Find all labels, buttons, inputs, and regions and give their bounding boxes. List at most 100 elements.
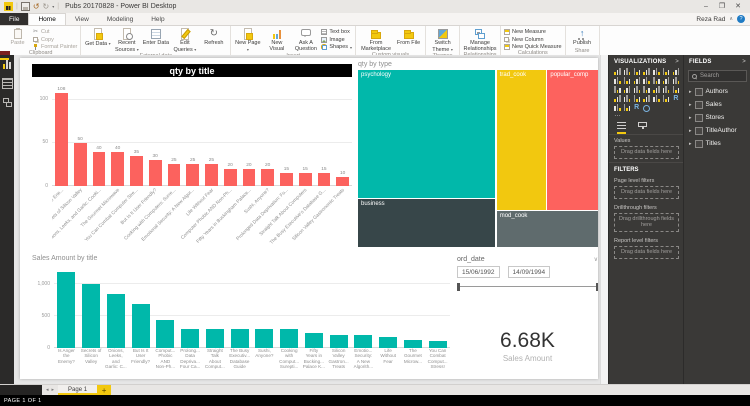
- matrix-icon[interactable]: [662, 95, 670, 103]
- report-level-filters-drop-area[interactable]: Drag data fields here: [614, 245, 679, 259]
- stacked-area-chart-icon[interactable]: [623, 77, 631, 85]
- field-table-stores[interactable]: ▸ Stores: [684, 111, 750, 124]
- new-visual-button[interactable]: New Visual: [263, 27, 290, 52]
- expand-caret-icon[interactable]: ▸: [689, 115, 692, 121]
- paste-button[interactable]: Paste: [4, 27, 31, 47]
- expand-caret-icon[interactable]: ▸: [689, 102, 692, 108]
- edit-queries-button[interactable]: Edit Queries ▾: [171, 27, 198, 53]
- bar[interactable]: [111, 151, 124, 186]
- more-visuals-ellipsis[interactable]: …: [609, 111, 684, 118]
- undo-icon[interactable]: ↺: [33, 2, 40, 11]
- copy-button[interactable]: Copy: [33, 36, 77, 43]
- sales-amount-by-title-bar-chart[interactable]: Sales Amount by title 0 500 1,000 Is Anger …: [32, 254, 450, 378]
- python-placeholder-icon[interactable]: [613, 104, 621, 112]
- tab-view[interactable]: View: [66, 13, 98, 25]
- sales-amount-card[interactable]: 6.68K Sales Amount: [457, 320, 598, 372]
- bar[interactable]: [329, 334, 348, 348]
- bar[interactable]: [55, 92, 68, 186]
- 100-stacked-column-chart-icon[interactable]: [662, 68, 670, 76]
- expand-caret-icon[interactable]: ▸: [689, 141, 692, 147]
- bar[interactable]: [82, 284, 101, 348]
- field-table-sales[interactable]: ▸ Sales: [684, 98, 750, 111]
- treemap-tile-business[interactable]: business: [358, 199, 496, 247]
- table-checkbox[interactable]: [694, 87, 703, 96]
- bar[interactable]: [304, 332, 323, 348]
- scatter-chart-icon[interactable]: [662, 77, 670, 85]
- bar[interactable]: [106, 294, 125, 348]
- ord-date-slicer[interactable]: ord_date ∨ 15/06/1992 14/09/1994: [457, 256, 598, 306]
- shape-map-icon[interactable]: [652, 86, 660, 94]
- pie-chart-icon[interactable]: [672, 77, 680, 85]
- bar[interactable]: [336, 177, 349, 186]
- add-page-button[interactable]: +: [97, 385, 112, 395]
- manage-relationships-button[interactable]: Manage Relationships: [463, 27, 497, 52]
- tab-modeling[interactable]: Modeling: [98, 13, 142, 25]
- field-table-titleauthor[interactable]: ▸ TitleAuthor: [684, 124, 750, 137]
- treemap-tile-trad_cook[interactable]: trad_cook: [496, 70, 547, 211]
- tab-help[interactable]: Help: [142, 13, 173, 25]
- doc-visual-icon[interactable]: [623, 104, 631, 112]
- drillthrough-filters-drop-area[interactable]: Drag drillthrough fields here: [614, 212, 679, 232]
- qty-by-title-bar-chart[interactable]: qty by title 0 50 100 108 50 40 40 35 30 25 25 25 20…: [32, 64, 352, 248]
- bar[interactable]: [242, 168, 256, 186]
- bar[interactable]: [230, 328, 249, 348]
- close-button[interactable]: ✕: [730, 0, 746, 13]
- treemap-tile-popular_comp[interactable]: popular_comp: [547, 70, 598, 211]
- table-checkbox[interactable]: [694, 113, 703, 122]
- help-icon[interactable]: ?: [737, 15, 745, 23]
- redo-icon[interactable]: ↻: [43, 2, 50, 11]
- text-box-button[interactable]: Text box: [321, 29, 352, 35]
- bar[interactable]: [73, 142, 87, 186]
- bar[interactable]: [379, 337, 398, 348]
- chevron-down-icon[interactable]: ∨: [594, 256, 598, 263]
- enter-data-button[interactable]: Enter Data: [142, 27, 169, 47]
- r-script-visual-icon[interactable]: R: [672, 95, 680, 103]
- minimize-button[interactable]: –: [698, 0, 714, 13]
- treemap-tile-psychology[interactable]: psychology: [358, 70, 496, 199]
- slider-handle-left[interactable]: [457, 283, 460, 291]
- bar[interactable]: [130, 155, 143, 186]
- r-visual-icon[interactable]: R: [633, 104, 641, 112]
- gauge-icon[interactable]: [672, 86, 680, 94]
- bar[interactable]: [148, 160, 162, 186]
- donut-chart-icon[interactable]: [613, 86, 621, 94]
- fields-search-input[interactable]: Search: [688, 70, 747, 82]
- expand-caret-icon[interactable]: ▸: [689, 89, 692, 95]
- bar[interactable]: [181, 328, 200, 348]
- account-name[interactable]: Reza Rad: [696, 16, 725, 23]
- slider-handle-right[interactable]: [595, 283, 598, 291]
- report-page[interactable]: qty by title 0 50 100 108 50 40 40 35 30 25 25 25 20…: [20, 58, 598, 379]
- map-icon[interactable]: [633, 86, 641, 94]
- new-measure-button[interactable]: New Measure: [504, 29, 562, 35]
- line-chart-icon[interactable]: [672, 68, 680, 76]
- next-page-icon[interactable]: ▸: [52, 387, 55, 393]
- page-level-filters-drop-area[interactable]: Drag data fields here: [614, 185, 679, 199]
- new-page-button[interactable]: New Page ▾: [234, 27, 261, 53]
- clustered-bar-chart-icon[interactable]: [633, 68, 641, 76]
- canvas-scrollbar[interactable]: [600, 55, 608, 385]
- line-and-clustered-column-chart-icon[interactable]: [642, 77, 650, 85]
- bar[interactable]: [186, 164, 199, 186]
- field-table-authors[interactable]: ▸ Authors: [684, 85, 750, 98]
- bar[interactable]: [354, 335, 373, 348]
- previous-page-icon[interactable]: ◂: [46, 387, 49, 393]
- from-marketplace-button[interactable]: From Marketplace: [359, 27, 393, 52]
- table-checkbox[interactable]: [694, 139, 703, 148]
- stacked-column-chart-icon[interactable]: [623, 68, 631, 76]
- waterfall-chart-icon[interactable]: [652, 77, 660, 85]
- 100-stacked-bar-chart-icon[interactable]: [652, 68, 660, 76]
- get-data-button[interactable]: Get Data ▾: [84, 27, 111, 48]
- treemap-icon[interactable]: [623, 86, 631, 94]
- publish-button[interactable]: Publish: [569, 27, 596, 47]
- filled-map-icon[interactable]: [642, 86, 650, 94]
- save-icon[interactable]: [20, 2, 30, 11]
- expand-caret-icon[interactable]: ▸: [689, 128, 692, 134]
- refresh-button[interactable]: Refresh: [200, 27, 227, 47]
- new-column-button[interactable]: New Column: [504, 36, 562, 43]
- bar[interactable]: [223, 168, 237, 186]
- maximize-button[interactable]: ❐: [714, 0, 730, 13]
- bar[interactable]: [317, 173, 331, 186]
- cut-button[interactable]: Cut: [33, 29, 77, 35]
- line-and-stacked-column-chart-icon[interactable]: [633, 77, 641, 85]
- format-tab[interactable]: [638, 121, 647, 134]
